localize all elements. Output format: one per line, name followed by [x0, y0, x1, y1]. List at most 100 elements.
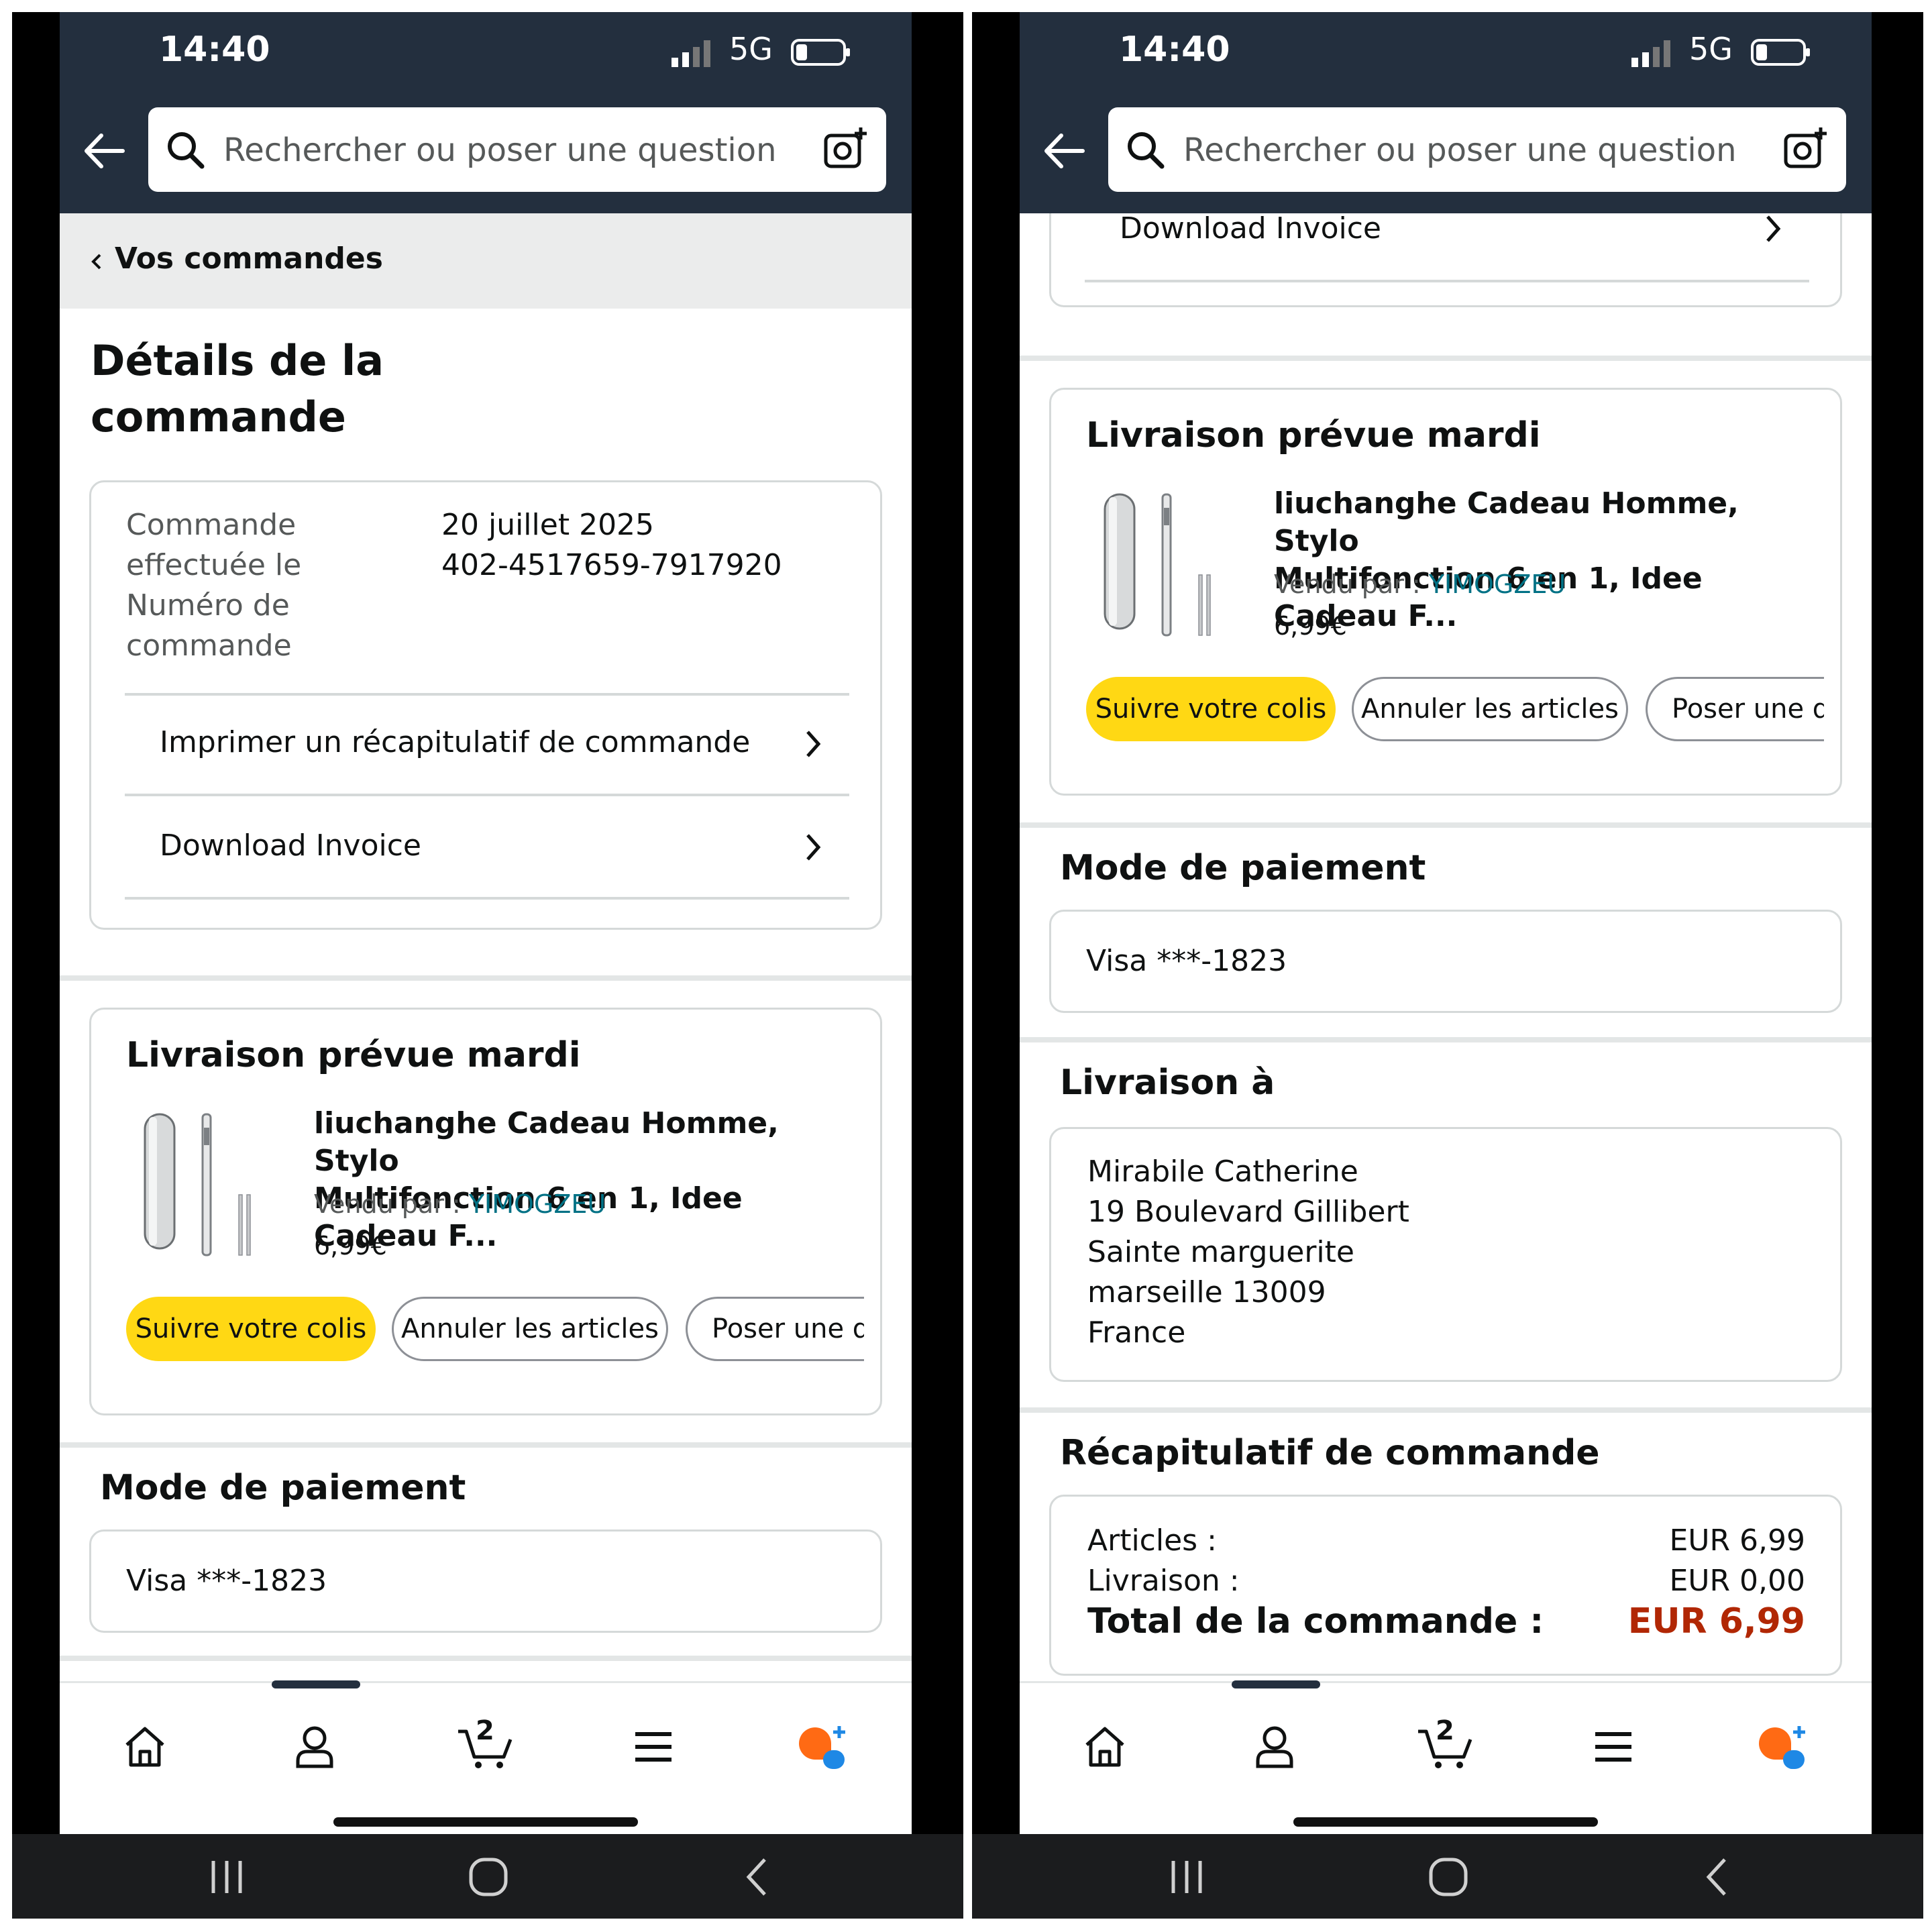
signal-icon [1631, 40, 1670, 67]
rufus-assistant-icon[interactable] [1756, 1723, 1810, 1770]
delivery-title: Livraison prévue mardi [1086, 415, 1541, 455]
chevron-right-icon [806, 834, 821, 861]
menu-icon[interactable] [1590, 1723, 1637, 1770]
search-bar[interactable]: Rechercher ou poser une question [148, 107, 886, 192]
system-home-icon[interactable] [468, 1857, 508, 1897]
shipping-cost-label: Livraison : [1087, 1564, 1240, 1598]
items-value: EUR 6,99 [1669, 1523, 1805, 1558]
search-placeholder[interactable]: Rechercher ou poser une question [1183, 131, 1737, 169]
home-icon[interactable] [121, 1723, 168, 1770]
page-title: Détails de la commande [91, 336, 384, 441]
address-line: Sainte marguerite [1087, 1235, 1354, 1269]
delivery-card: Livraison prévue mardi liuchanghe Cadeau… [1049, 388, 1842, 796]
cancel-items-button[interactable]: Annuler les articles [1352, 677, 1628, 741]
payment-title: Mode de paiement [100, 1468, 466, 1508]
track-package-button[interactable]: Suivre votre colis [1086, 677, 1336, 741]
battery-icon [1751, 39, 1810, 66]
camera-search-icon[interactable] [1782, 125, 1829, 172]
home-icon[interactable] [1081, 1723, 1128, 1770]
delivery-action-buttons: Suivre votre colis Annuler les articles … [1086, 677, 1824, 744]
ask-question-button[interactable]: Poser une qu [686, 1297, 864, 1361]
app-header: Rechercher ou poser une question [60, 90, 912, 213]
status-bar: 14:40 5G [60, 12, 912, 90]
system-nav-bar [972, 1834, 1923, 1919]
gesture-bar [1293, 1817, 1598, 1827]
account-icon[interactable] [1251, 1723, 1298, 1770]
order-number-label: Numéro de [126, 588, 290, 623]
payment-title: Mode de paiement [1060, 848, 1426, 888]
download-invoice-label[interactable]: Download Invoice [1120, 213, 1381, 246]
app-header: Rechercher ou poser une question [1020, 90, 1872, 213]
payment-method: Visa ***-1823 [126, 1564, 327, 1598]
order-number-value: 402-4517659-7917920 [441, 548, 782, 582]
order-date-label-2: effectuée le [126, 548, 302, 582]
account-icon[interactable] [291, 1723, 338, 1770]
signal-icon [672, 40, 710, 67]
search-placeholder[interactable]: Rechercher ou poser une question [223, 131, 777, 169]
status-bar: 14:40 5G [1020, 12, 1872, 90]
gesture-bar [333, 1817, 638, 1827]
back-arrow-icon[interactable] [81, 131, 125, 170]
download-invoice-link[interactable]: Download Invoice [125, 799, 849, 900]
seller-label: Vendu par : [314, 1189, 469, 1219]
product-image[interactable] [1098, 488, 1226, 642]
product-title[interactable]: liuchanghe Cadeau Homme, Stylo Multifonc… [314, 1105, 864, 1255]
track-package-button[interactable]: Suivre votre colis [126, 1297, 376, 1361]
seller-label: Vendu par : [1274, 570, 1429, 599]
print-summary-label[interactable]: Imprimer un récapitulatif de commande [160, 725, 750, 759]
order-date-value: 20 juillet 2025 [441, 508, 655, 542]
section-divider [60, 1442, 912, 1448]
cancel-items-button[interactable]: Annuler les articles [392, 1297, 668, 1361]
download-invoice-label[interactable]: Download Invoice [160, 828, 421, 863]
search-bar[interactable]: Rechercher ou poser une question [1108, 107, 1846, 192]
ask-question-button[interactable]: Poser une qu [1646, 677, 1824, 741]
recent-apps-icon[interactable] [1167, 1857, 1207, 1897]
search-icon [1128, 132, 1165, 169]
active-tab-indicator [1232, 1680, 1320, 1688]
payment-card: Visa ***-1823 [1049, 910, 1842, 1013]
system-back-icon[interactable] [738, 1857, 778, 1897]
order-summary-title: Récapitulatif de commande [1060, 1433, 1600, 1473]
cart-count: 2 [1436, 1715, 1454, 1746]
download-invoice-link[interactable]: Download Invoice [1085, 213, 1809, 282]
product-title[interactable]: liuchanghe Cadeau Homme, Stylo Multifonc… [1274, 485, 1824, 635]
phone-screen: 14:40 5G Rechercher ou poser une questio… [1020, 12, 1872, 1834]
seller-link[interactable]: YIMOGZEU [469, 1189, 606, 1219]
product-image[interactable] [138, 1108, 266, 1262]
product-title-line-1[interactable]: liuchanghe Cadeau Homme, Stylo [314, 1105, 864, 1180]
order-info-card: Commande effectuée le Numéro de commande… [89, 480, 882, 930]
status-time: 14:40 [159, 30, 270, 70]
order-total-label: Total de la commande : [1087, 1601, 1544, 1642]
order-details-content: Vos commandes Détails de la commande Com… [60, 213, 912, 1681]
screenshot-left: 14:40 5G Rechercher ou poser une questio… [12, 12, 963, 1919]
address-line: marseille 13009 [1087, 1275, 1326, 1309]
chevron-right-icon [1766, 215, 1781, 242]
payment-card: Visa ***-1823 [89, 1529, 882, 1633]
back-arrow-icon[interactable] [1041, 131, 1085, 170]
section-divider [60, 1656, 912, 1661]
camera-search-icon[interactable] [822, 125, 869, 172]
order-summary-card: Articles : EUR 6,99 Livraison : EUR 0,00… [1049, 1495, 1842, 1676]
address-line: France [1087, 1316, 1186, 1350]
product-title-line-1[interactable]: liuchanghe Cadeau Homme, Stylo [1274, 485, 1824, 560]
system-home-icon[interactable] [1428, 1857, 1468, 1897]
order-number-label-2: commande [126, 629, 292, 663]
address-line: Mirabile Catherine [1087, 1155, 1358, 1189]
menu-icon[interactable] [630, 1723, 677, 1770]
order-details-content-scrolled: Download Invoice Livraison prévue mardi … [1020, 213, 1872, 1681]
section-divider [1020, 356, 1872, 361]
section-divider [60, 975, 912, 981]
seller-link[interactable]: YIMOGZEU [1429, 570, 1566, 599]
recent-apps-icon[interactable] [207, 1857, 247, 1897]
section-divider [1020, 1407, 1872, 1413]
payment-method: Visa ***-1823 [1086, 944, 1287, 978]
system-back-icon[interactable] [1698, 1857, 1738, 1897]
product-price: 6,99€ [314, 1231, 387, 1260]
rufus-assistant-icon[interactable] [796, 1723, 850, 1770]
section-divider [1020, 1037, 1872, 1042]
breadcrumb-label[interactable]: Vos commandes [115, 241, 383, 276]
print-summary-link[interactable]: Imprimer un récapitulatif de commande [125, 696, 849, 796]
shipping-title: Livraison à [1060, 1063, 1275, 1103]
address-line: 19 Boulevard Gillibert [1087, 1195, 1409, 1229]
breadcrumb[interactable]: Vos commandes [60, 213, 912, 309]
